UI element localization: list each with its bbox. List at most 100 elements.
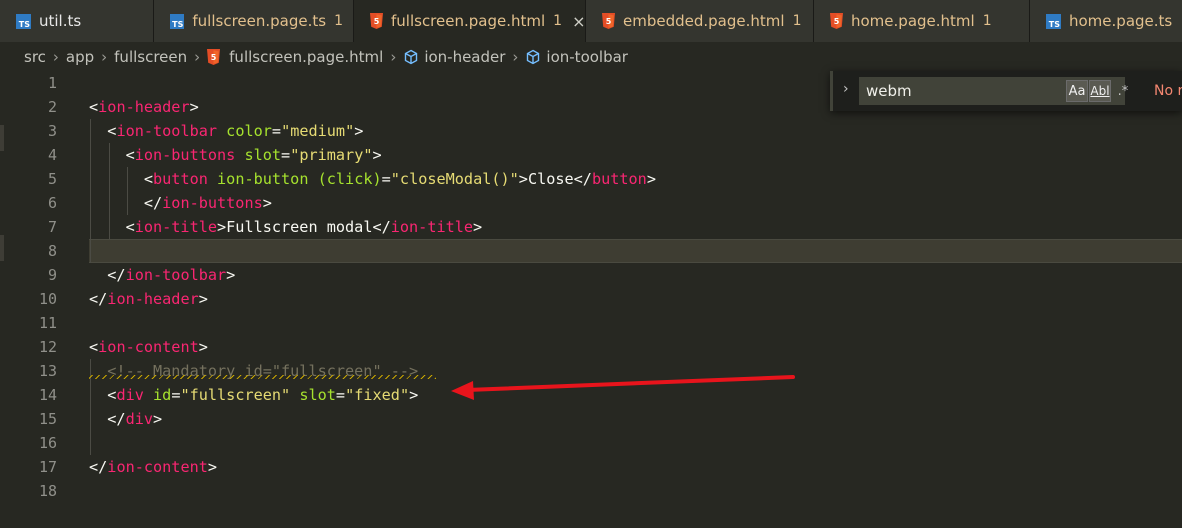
code-token: id — [143, 386, 172, 404]
breadcrumb-item[interactable]: ion-header — [403, 48, 505, 66]
code-text: <div id="fullscreen" slot="fixed"> — [89, 383, 418, 407]
tab-3[interactable]: 5 embedded.page.html 1 — [586, 0, 814, 42]
code-editor[interactable]: 1 2 < ion-header > 3 <ion-toolbar color="medi… — [0, 71, 1182, 528]
tab-4[interactable]: 5 home.page.html 1 — [814, 0, 1030, 42]
code-token: slot — [235, 146, 282, 164]
code-line[interactable]: 16 — [0, 431, 1182, 455]
line-number: 2 — [47, 98, 57, 116]
code-token: ion-content — [98, 338, 199, 356]
find-input[interactable]: webm Aa Abl .* — [859, 77, 1128, 105]
breadcrumb-item[interactable]: fullscreen — [114, 48, 187, 66]
code-line[interactable]: 10 </ion-header> — [0, 287, 1182, 311]
typescript-file-icon: TS — [1046, 13, 1061, 29]
code-line[interactable]: 9 </ion-toolbar> — [0, 263, 1182, 287]
code-line[interactable]: 4 <ion-buttons slot="primary"> — [0, 143, 1182, 167]
breadcrumb-item[interactable]: ion-toolbar — [525, 48, 628, 66]
breadcrumb-item[interactable]: app — [66, 48, 94, 66]
code-token: > — [207, 458, 218, 476]
html-file-icon: 5 — [370, 13, 383, 29]
code-token: "fixed" — [345, 386, 410, 404]
code-token: = — [381, 170, 391, 188]
tab-0[interactable]: TS util.ts — [0, 0, 154, 42]
tab-label: fullscreen.page.ts — [192, 12, 327, 30]
indent-guide — [90, 359, 91, 455]
code-token: ion-buttons — [134, 146, 236, 164]
code-line[interactable]: 12 <ion-content> — [0, 335, 1182, 359]
line-number: 7 — [47, 218, 57, 236]
breadcrumb-label: src — [24, 47, 46, 66]
toggle-replace-chevron[interactable]: › — [843, 81, 849, 97]
code-line[interactable]: 5 <button ion-button (click)="closeModal… — [0, 167, 1182, 191]
line-number: 8 — [47, 242, 57, 260]
code-token: ion-header — [107, 290, 199, 308]
code-line[interactable]: 7 <ion-title>Fullscreen modal</ion-title… — [0, 215, 1182, 239]
regex-toggle[interactable]: .* — [1112, 80, 1134, 102]
code-token: ion-buttons — [162, 194, 263, 212]
breadcrumb-item[interactable]: 5 fullscreen.page.html — [207, 48, 383, 66]
tab-1[interactable]: TS fullscreen.page.ts 1 — [154, 0, 354, 42]
line-number: 1 — [47, 74, 57, 92]
code-token: > — [354, 122, 364, 140]
close-tab-icon[interactable]: × — [572, 12, 585, 31]
code-token: div — [125, 410, 154, 428]
code-token: = — [281, 146, 291, 164]
problem-count-badge: 1 — [553, 13, 563, 29]
typescript-file-icon: TS — [16, 13, 31, 29]
line-number: 3 — [47, 122, 57, 140]
element-symbol-icon — [527, 49, 540, 64]
code-token: </ — [89, 458, 108, 476]
breadcrumb-item[interactable]: src — [24, 48, 46, 66]
tab-label: home.page.html — [851, 12, 975, 30]
code-token: > — [646, 170, 656, 188]
code-line[interactable]: 11 — [0, 311, 1182, 335]
code-text: </ion-content> — [89, 455, 217, 479]
code-text: <ion-content> — [89, 335, 208, 359]
code-token: > — [409, 386, 419, 404]
code-token: div — [116, 386, 144, 404]
tab-2[interactable]: 5 fullscreen.page.html 1 × — [354, 0, 586, 42]
line-number: 5 — [47, 170, 57, 188]
code-line[interactable]: 17 </ion-content> — [0, 455, 1182, 479]
svg-text:5: 5 — [374, 17, 380, 26]
problem-count-badge: 1 — [792, 13, 802, 29]
whole-word-toggle[interactable]: Abl — [1089, 80, 1111, 102]
breadcrumb-label: ion-toolbar — [546, 47, 628, 66]
current-line-highlight — [89, 239, 1182, 263]
code-token: > — [372, 146, 382, 164]
breadcrumb-label: ion-header — [424, 47, 506, 66]
tab-label: embedded.page.html — [623, 12, 785, 30]
breadcrumb-separator: › — [194, 47, 201, 66]
code-token: < — [89, 146, 135, 164]
code-token: color — [217, 122, 272, 140]
code-token: >Fullscreen modal</ — [217, 218, 391, 236]
problem-count-badge: 1 — [334, 13, 343, 29]
line-number: 15 — [38, 410, 57, 428]
tab-label: fullscreen.page.html — [391, 12, 546, 30]
code-line[interactable]: 8 — [0, 239, 1182, 263]
typescript-file-icon: TS — [170, 13, 185, 29]
code-token: > — [262, 194, 272, 212]
tab-label: util.ts — [39, 12, 82, 30]
code-text: </ion-header> — [89, 287, 208, 311]
code-line[interactable]: 18 — [0, 479, 1182, 503]
code-token: button — [591, 170, 647, 188]
tab-5[interactable]: TS home.page.ts — [1030, 0, 1182, 42]
breadcrumb-separator: › — [512, 47, 519, 66]
code-token: ion-title — [390, 218, 474, 236]
tab-label: home.page.ts — [1069, 12, 1173, 30]
code-token: < — [89, 386, 117, 404]
match-case-toggle[interactable]: Aa — [1066, 80, 1088, 102]
code-line[interactable]: 15 </div> — [0, 407, 1182, 431]
code-line[interactable]: 6 </ion-buttons> — [0, 191, 1182, 215]
code-line[interactable]: 3 <ion-toolbar color="medium"> — [0, 119, 1182, 143]
breadcrumb-separator: › — [390, 47, 397, 66]
code-token: "fullscreen" — [180, 386, 291, 404]
indent-guide — [109, 143, 110, 239]
find-status: No results — [1154, 83, 1182, 99]
code-token: ion-toolbar — [116, 122, 218, 140]
code-text: <button ion-button (click)="closeModal()… — [89, 167, 656, 191]
code-token: < — [89, 122, 117, 140]
code-token: < — [89, 170, 154, 188]
find-input-value[interactable]: webm — [866, 82, 912, 100]
code-token: </ — [89, 290, 108, 308]
